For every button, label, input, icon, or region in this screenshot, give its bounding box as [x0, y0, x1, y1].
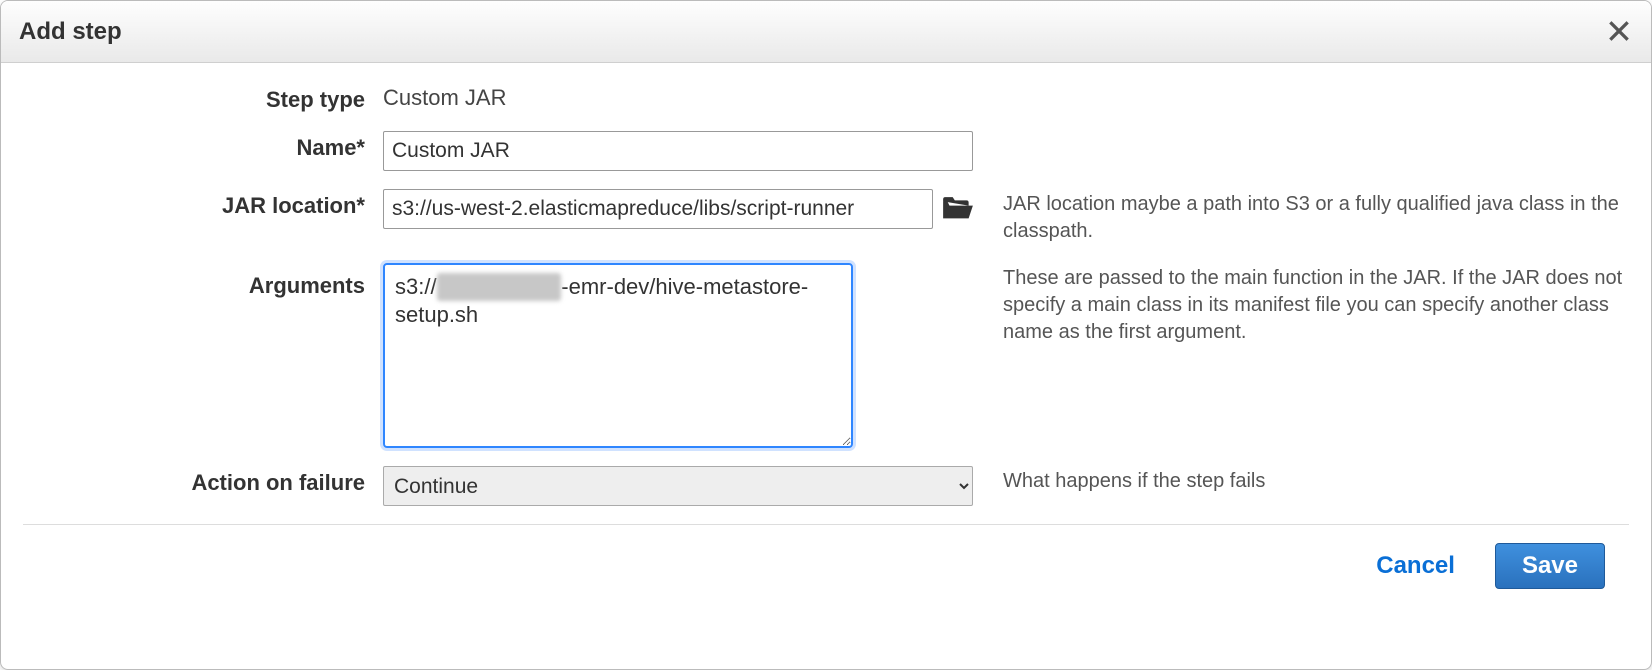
label-arguments: Arguments — [23, 263, 383, 299]
name-input[interactable] — [383, 131, 973, 171]
close-icon — [1606, 18, 1632, 44]
args-prefix: s3:// — [395, 274, 437, 299]
label-name: Name* — [23, 131, 383, 161]
help-arguments: These are passed to the main function in… — [983, 263, 1629, 346]
args-redacted: ████████ — [437, 273, 562, 301]
separator — [23, 524, 1629, 525]
jar-location-input[interactable] — [383, 189, 933, 229]
dialog-header: Add step — [1, 1, 1651, 63]
dialog-footer: Cancel Save — [23, 543, 1629, 617]
label-jar-location: JAR location* — [23, 189, 383, 219]
help-jar-location: JAR location maybe a path into S3 or a f… — [983, 189, 1629, 245]
action-on-failure-select[interactable]: Continue — [383, 466, 973, 506]
cancel-button[interactable]: Cancel — [1366, 544, 1465, 588]
label-step-type: Step type — [23, 83, 383, 113]
save-button[interactable]: Save — [1495, 543, 1605, 589]
value-step-type: Custom JAR — [383, 83, 506, 111]
folder-open-icon — [941, 195, 975, 223]
dialog-body: Step type Custom JAR Name* JAR location* — [1, 63, 1651, 669]
close-button[interactable] — [1601, 13, 1637, 49]
row-step-type: Step type Custom JAR — [23, 83, 1629, 113]
row-arguments: Arguments s3://████████-emr-dev/hive-met… — [23, 263, 1629, 448]
row-action-on-failure: Action on failure Continue What happens … — [23, 466, 1629, 506]
help-action-on-failure: What happens if the step fails — [983, 466, 1629, 495]
add-step-dialog: Add step Step type Custom JAR Name* JAR … — [0, 0, 1652, 670]
label-action-on-failure: Action on failure — [23, 466, 383, 496]
arguments-textarea[interactable]: s3://████████-emr-dev/hive-metastore-set… — [383, 263, 853, 448]
browse-s3-button[interactable] — [941, 195, 975, 223]
dialog-title: Add step — [19, 18, 122, 46]
row-jar-location: JAR location* JAR location maybe a path … — [23, 189, 1629, 245]
row-name: Name* — [23, 131, 1629, 171]
